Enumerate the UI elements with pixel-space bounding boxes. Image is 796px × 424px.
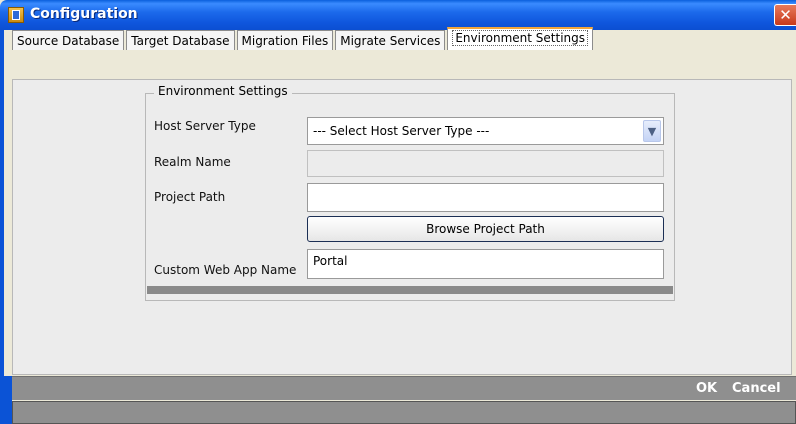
project-path-label: Project Path [154, 190, 226, 204]
chevron-down-icon[interactable]: ▼ [643, 120, 661, 142]
custom-web-app-name-field[interactable]: Portal [307, 249, 664, 279]
tab-environment-settings-label: Environment Settings [452, 30, 588, 46]
tab-source-database[interactable]: Source Database [12, 30, 125, 50]
group-footer-bar [147, 286, 673, 294]
close-icon[interactable]: ✕ [774, 4, 796, 26]
tab-migration-files[interactable]: Migration Files [236, 30, 334, 50]
host-server-type-value: --- Select Host Server Type --- [313, 124, 490, 138]
realm-name-label: Realm Name [154, 155, 231, 169]
window-left-border [0, 376, 12, 424]
status-area [12, 401, 796, 424]
ok-button[interactable]: OK [696, 381, 717, 396]
title-bar: Configuration ✕ [0, 0, 796, 30]
window-title: Configuration [30, 6, 138, 22]
cancel-button[interactable]: Cancel [732, 381, 781, 396]
realm-name-field[interactable] [307, 150, 664, 177]
group-legend: Environment Settings [154, 84, 292, 98]
tab-strip: Source Database Target Database Migratio… [12, 27, 595, 50]
host-server-type-select[interactable]: --- Select Host Server Type --- ▼ [307, 117, 664, 145]
browse-project-path-button[interactable]: Browse Project Path [307, 216, 664, 242]
tab-migrate-services[interactable]: Migrate Services [335, 30, 446, 50]
button-bar: OK Cancel [0, 376, 796, 400]
project-path-field[interactable] [307, 183, 664, 212]
app-icon [8, 7, 24, 23]
host-server-type-label: Host Server Type [154, 119, 256, 133]
custom-web-app-name-label: Custom Web App Name [154, 263, 297, 277]
tab-target-database[interactable]: Target Database [126, 30, 235, 50]
tab-environment-settings[interactable]: Environment Settings [447, 27, 593, 50]
